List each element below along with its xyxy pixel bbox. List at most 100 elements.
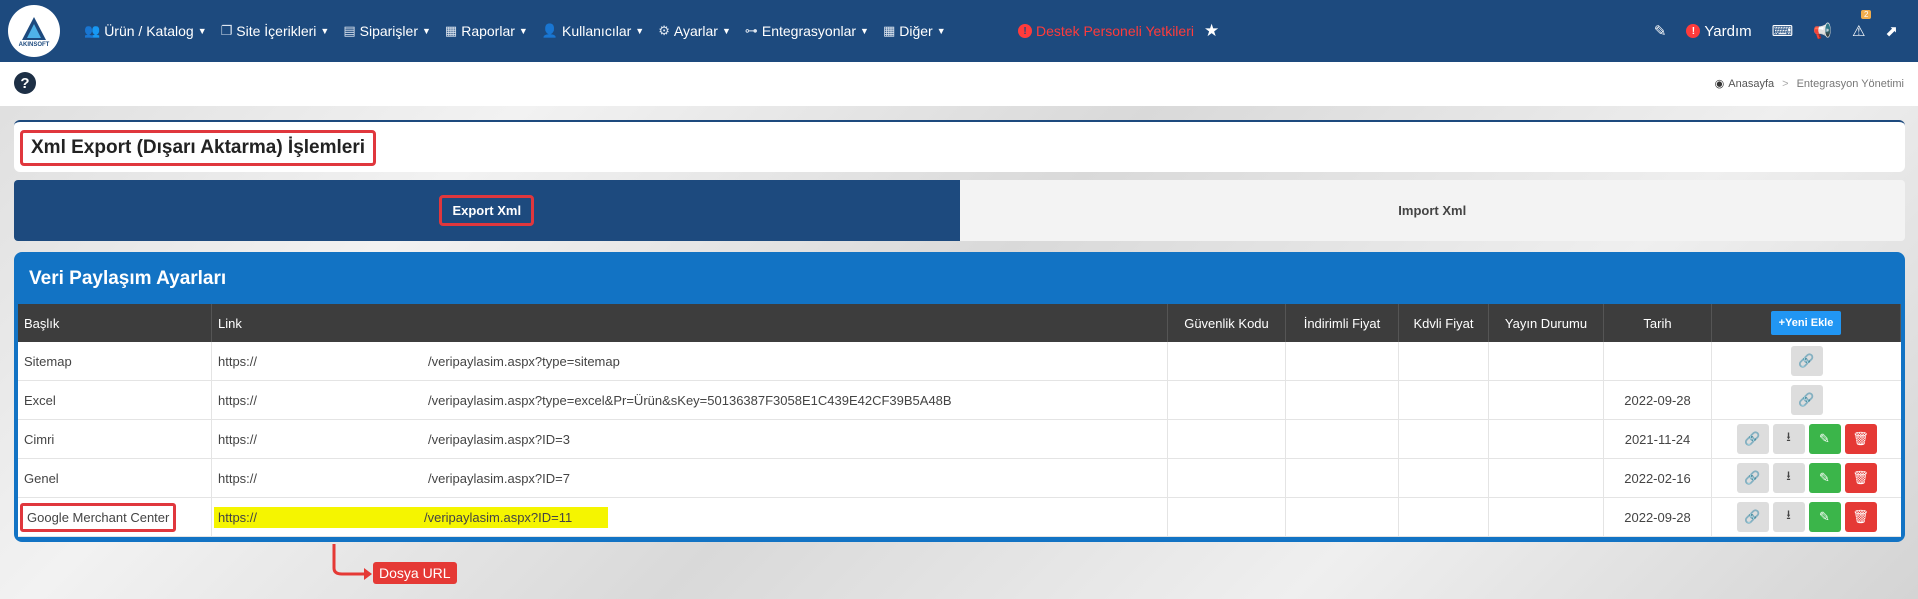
edit-button[interactable]: ✎ — [1808, 502, 1841, 532]
caret-down-icon: ▼ — [197, 26, 207, 36]
caret-down-icon: ▼ — [635, 26, 645, 36]
copy-link-button[interactable]: 🔗 — [1736, 502, 1769, 532]
link-icon: 🔗 — [1744, 509, 1761, 524]
copy-link-button[interactable]: 🔗 — [1736, 463, 1769, 493]
akinsoft-logo[interactable]: AKINSOFT — [8, 5, 60, 57]
menu-item-other[interactable]: ▦ Diğer ▼ — [883, 23, 946, 39]
menu-item-catalog[interactable]: 👥 Ürün / Katalog ▼ — [84, 23, 207, 39]
vat-price-cell — [1399, 381, 1489, 419]
publish-status-cell — [1489, 381, 1604, 419]
data-sharing-table: Başlık Link Güvenlik Kodu İndirimli Fiya… — [18, 304, 1901, 537]
row-link[interactable]: https:// /veripaylasim.aspx?type=excel&Pr… — [212, 381, 1168, 419]
menu-item-site-content[interactable]: ❐ Site İçerikleri ▼ — [221, 23, 330, 39]
caret-down-icon: ▼ — [518, 26, 528, 36]
table-header: Başlık Link Güvenlik Kodu İndirimli Fiya… — [18, 304, 1901, 342]
menu-item-label: Ürün / Katalog — [104, 23, 194, 39]
star-icon[interactable]: ★ — [1204, 21, 1219, 41]
row-date — [1604, 342, 1712, 380]
alerts-button[interactable]: ⚠ 2 — [1851, 10, 1872, 40]
trash-icon: 🗑 — [1852, 431, 1869, 446]
main-menu: 👥 Ürün / Katalog ▼ ❐ Site İçerikleri ▼ ▤ Sipa… — [84, 0, 960, 62]
download-icon: ⭳ — [1786, 507, 1791, 522]
row-link[interactable]: https:// /veripaylasim.aspx?ID=7 — [212, 459, 1168, 497]
download-button[interactable]: ⭳ — [1772, 463, 1805, 493]
link-icon: 🔗 — [1798, 392, 1815, 407]
copy-link-button[interactable]: 🔗 — [1736, 424, 1769, 454]
gears-icon: ⚙ — [658, 23, 670, 38]
page-title-box: Xml Export (Dışarı Aktarma) İşlemleri — [14, 120, 1905, 172]
row-link[interactable]: https:// /veripaylasim.aspx?ID=3 — [212, 420, 1168, 458]
row-title-cell: Google Merchant Center — [18, 498, 212, 536]
copy-link-button[interactable]: 🔗 — [1790, 346, 1823, 376]
row-actions: 🔗 — [1712, 342, 1901, 380]
link-path: /veripaylasim.aspx?type=excel&Pr=Ürün&sK… — [428, 392, 952, 408]
download-button[interactable]: ⭳ — [1772, 424, 1805, 454]
security-code-cell — [1168, 498, 1286, 536]
row-title: Cimri — [18, 420, 212, 458]
column-header[interactable]: Kdvli Fiyat — [1399, 304, 1489, 342]
edit-button[interactable]: ✎ — [1808, 424, 1841, 454]
menu-item-label: Entegrasyonlar — [761, 23, 857, 39]
link-path: /veripaylasim.aspx?ID=3 — [428, 431, 570, 447]
report-icon: ▦ — [444, 23, 458, 38]
add-new-button[interactable]: +Yeni Ekle — [1770, 311, 1842, 335]
column-header[interactable]: Güvenlik Kodu — [1168, 304, 1286, 342]
warning-icon: ⚠ — [1851, 23, 1866, 40]
delete-button[interactable]: 🗑 — [1844, 463, 1877, 493]
caret-down-icon: ▼ — [721, 26, 731, 36]
breadcrumb: ◉ Anasayfa > Entegrasyon Yönetimi — [1714, 77, 1904, 91]
download-button[interactable]: ⭳ — [1772, 502, 1805, 532]
discount-price-cell — [1286, 420, 1399, 458]
menu-item-settings[interactable]: ⚙ Ayarlar ▼ — [658, 23, 731, 39]
breadcrumb-home[interactable]: Anasayfa — [1728, 78, 1774, 90]
caret-down-icon: ▼ — [320, 26, 330, 36]
vat-price-cell — [1399, 342, 1489, 380]
column-header[interactable]: Tarih — [1604, 304, 1712, 342]
notes-button[interactable]: ✎ — [1654, 22, 1667, 40]
dashboard-icon: ◉ — [1714, 78, 1725, 90]
publish-status-cell — [1489, 420, 1604, 458]
delete-button[interactable]: 🗑 — [1844, 502, 1877, 532]
menu-item-label: Site İçerikleri — [236, 23, 317, 39]
question-icon[interactable]: ? — [14, 72, 36, 94]
caret-down-icon: ▼ — [421, 26, 431, 36]
menu-item-integrations[interactable]: ⊶ Entegrasyonlar ▼ — [745, 23, 869, 39]
column-header[interactable]: Yayın Durumu — [1489, 304, 1604, 342]
column-header[interactable]: Link — [212, 304, 1168, 342]
announcements-button[interactable]: 📢 — [1813, 22, 1832, 40]
column-header[interactable]: Başlık — [18, 304, 212, 342]
publish-status-cell — [1489, 498, 1604, 536]
open-external-button[interactable]: ⬈ — [1885, 22, 1898, 40]
keyboard-button[interactable]: ⌨ — [1772, 22, 1794, 40]
row-actions: 🔗 ⭳ ✎ 🗑 — [1712, 459, 1901, 497]
tab-export-xml[interactable]: Export Xml — [14, 180, 960, 241]
tab-import-xml[interactable]: Import Xml — [959, 180, 1905, 241]
discount-price-cell — [1286, 459, 1399, 497]
security-code-cell — [1168, 459, 1286, 497]
copy-link-button[interactable]: 🔗 — [1790, 385, 1823, 415]
link-icon: 🔗 — [1744, 431, 1761, 446]
row-actions: 🔗 ⭳ ✎ 🗑 — [1712, 498, 1901, 536]
table-row: Genel https:// /veripaylasim.aspx?ID=7 20… — [18, 459, 1901, 498]
column-header[interactable]: İndirimli Fiyat — [1286, 304, 1399, 342]
tab-export-label: Export Xml — [439, 195, 535, 226]
menu-item-users[interactable]: 👤 Kullanıcılar ▼ — [542, 23, 644, 39]
notes-icon: ✎ — [1653, 23, 1667, 40]
delete-button[interactable]: 🗑 — [1844, 424, 1877, 454]
support-permissions-link[interactable]: ! Destek Personeli Yetkileri ★ — [1018, 0, 1219, 62]
menu-item-label: Diğer — [899, 23, 933, 39]
row-link[interactable]: https:// /veripaylasim.aspx?type=sitemap — [212, 342, 1168, 380]
help-button[interactable]: ! Yardım — [1686, 23, 1752, 40]
menu-item-label: Raporlar — [461, 23, 515, 39]
edit-button[interactable]: ✎ — [1808, 463, 1841, 493]
row-link[interactable]: https:// /veripaylasim.aspx?ID=11 — [212, 498, 1168, 536]
highlighted-link: https:// /veripaylasim.aspx?ID=11 — [214, 506, 608, 528]
row-actions: 🔗 ⭳ ✎ 🗑 — [1712, 420, 1901, 458]
row-title: Excel — [18, 381, 212, 419]
menu-item-reports[interactable]: ▦ Raporlar ▼ — [445, 23, 528, 39]
row-title: Google Merchant Center — [20, 502, 177, 532]
sub-header: ? ◉ Anasayfa > Entegrasyon Yönetimi — [0, 62, 1918, 106]
support-label: Destek Personeli Yetkileri — [1036, 23, 1194, 39]
menu-item-orders[interactable]: ▤ Siparişler ▼ — [343, 23, 431, 39]
annotation-arrow-icon — [332, 544, 372, 580]
